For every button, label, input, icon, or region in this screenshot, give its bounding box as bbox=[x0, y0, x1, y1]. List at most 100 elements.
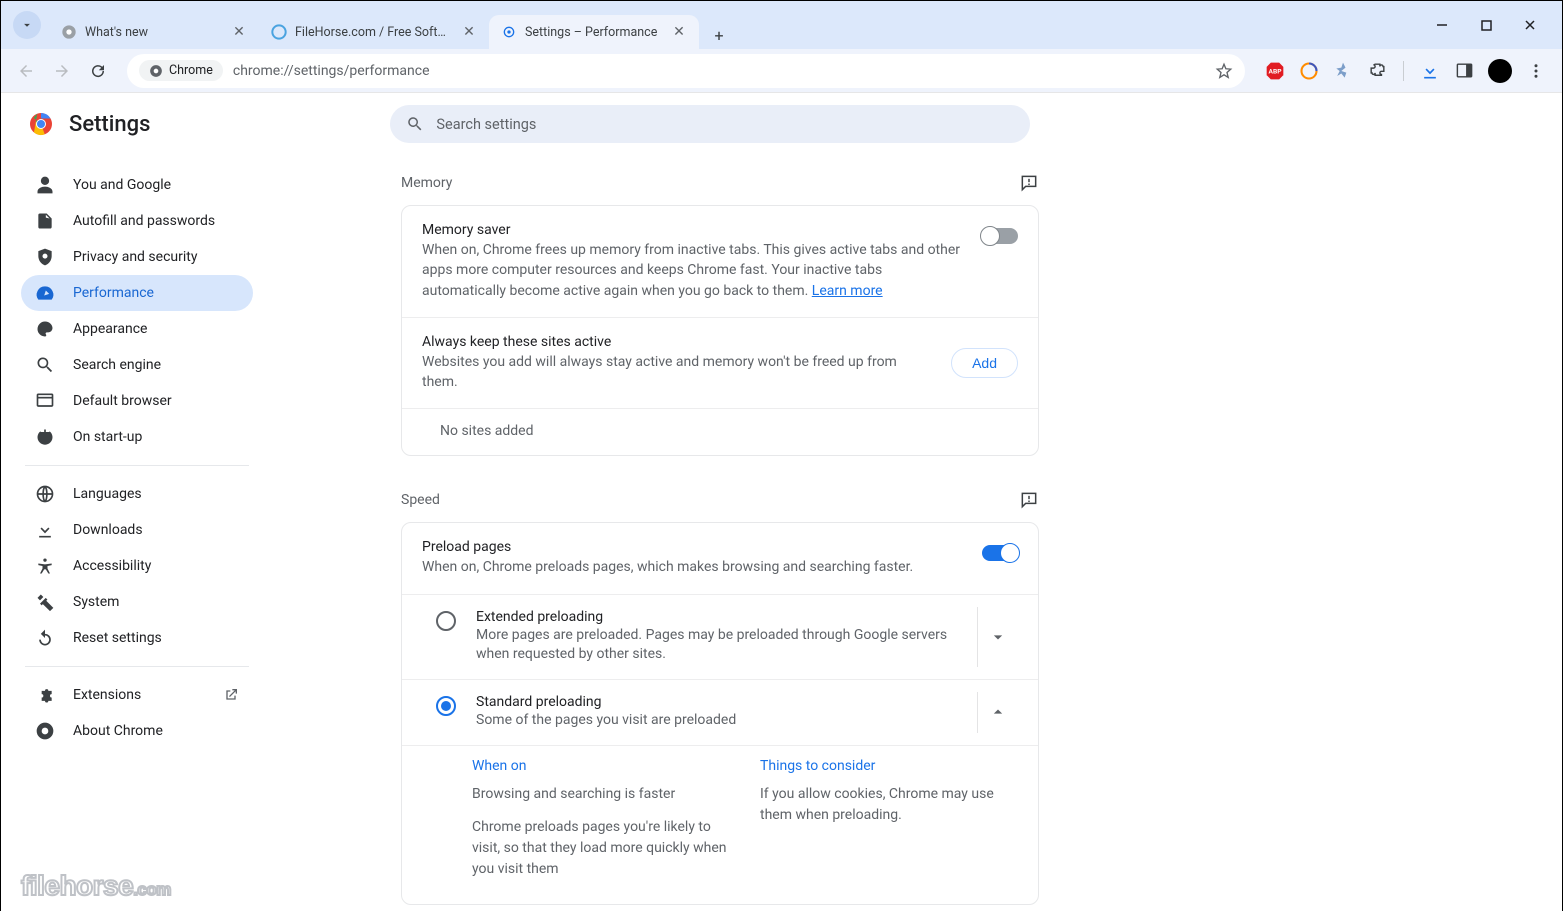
profile-avatar[interactable] bbox=[1488, 59, 1512, 83]
tab-title: Settings – Performance bbox=[525, 25, 665, 40]
nav-label: Autofill and passwords bbox=[73, 213, 215, 229]
sidebar-item-system[interactable]: System bbox=[21, 584, 253, 620]
sidebar-item-default-browser[interactable]: Default browser bbox=[21, 383, 253, 419]
collapse-button[interactable] bbox=[978, 702, 1018, 722]
preload-toggle[interactable] bbox=[982, 545, 1018, 561]
memory-saver-title: Memory saver bbox=[422, 222, 964, 238]
chrome-menu-icon[interactable] bbox=[1526, 61, 1546, 81]
feedback-icon[interactable] bbox=[1019, 490, 1039, 510]
sidebar-item-privacy-and-security[interactable]: Privacy and security bbox=[21, 239, 253, 275]
sidebar-item-downloads[interactable]: Downloads bbox=[21, 512, 253, 548]
close-icon[interactable]: ✕ bbox=[671, 24, 687, 40]
nav-icon bbox=[35, 685, 55, 705]
section-title: Memory bbox=[401, 175, 452, 191]
standard-preloading-radio[interactable] bbox=[436, 696, 456, 716]
add-site-button[interactable]: Add bbox=[951, 348, 1018, 378]
radio-desc: More pages are preloaded. Pages may be p… bbox=[476, 626, 977, 665]
extension-icons: ABP bbox=[1259, 59, 1552, 83]
nav-label: Default browser bbox=[73, 393, 172, 409]
no-sites-message: No sites added bbox=[402, 409, 1038, 455]
new-tab-button[interactable]: + bbox=[705, 21, 733, 49]
close-icon[interactable]: ✕ bbox=[461, 24, 477, 40]
nav-icon bbox=[35, 319, 55, 339]
section-title: Speed bbox=[401, 492, 440, 508]
sidebar-item-appearance[interactable]: Appearance bbox=[21, 311, 253, 347]
abp-extension-icon[interactable]: ABP bbox=[1265, 61, 1285, 81]
feedback-icon[interactable] bbox=[1019, 173, 1039, 193]
nav-divider bbox=[25, 666, 249, 667]
nav-label: Languages bbox=[73, 486, 142, 502]
detail-text: If you allow cookies, Chrome may use the… bbox=[760, 784, 1018, 826]
radio-desc: Some of the pages you visit are preloade… bbox=[476, 711, 977, 731]
memory-section: Memory Memory saver When on, Chrome free… bbox=[401, 173, 1039, 456]
back-button[interactable] bbox=[11, 56, 41, 86]
radio-title: Standard preloading bbox=[476, 694, 977, 710]
close-window-button[interactable] bbox=[1514, 11, 1546, 39]
nav-icon bbox=[35, 628, 55, 648]
search-settings-input[interactable]: Search settings bbox=[390, 105, 1030, 143]
chevron-up-icon bbox=[988, 702, 1008, 722]
extension-icon[interactable] bbox=[1299, 61, 1319, 81]
sidebar-item-autofill-and-passwords[interactable]: Autofill and passwords bbox=[21, 203, 253, 239]
radio-title: Extended preloading bbox=[476, 609, 977, 625]
site-chip[interactable]: Chrome bbox=[139, 60, 223, 81]
nav-label: Search engine bbox=[73, 357, 161, 373]
titlebar: What's new ✕ FileHorse.com / Free Softwa… bbox=[1, 1, 1562, 49]
preload-title: Preload pages bbox=[422, 539, 964, 555]
expand-button[interactable] bbox=[978, 627, 1018, 647]
nav-label: Accessibility bbox=[73, 558, 151, 574]
sidebar-item-extensions[interactable]: Extensions bbox=[21, 677, 253, 713]
sidebar-item-reset-settings[interactable]: Reset settings bbox=[21, 620, 253, 656]
maximize-button[interactable] bbox=[1470, 11, 1502, 39]
address-bar[interactable]: Chrome chrome://settings/performance bbox=[127, 54, 1245, 88]
learn-more-link[interactable]: Learn more bbox=[812, 283, 883, 299]
chevron-down-icon bbox=[20, 18, 34, 32]
keep-active-desc: Websites you add will always stay active… bbox=[422, 352, 935, 393]
bookmark-star-icon[interactable] bbox=[1215, 62, 1233, 80]
tab-settings[interactable]: Settings – Performance ✕ bbox=[489, 15, 699, 49]
tab-whats-new[interactable]: What's new ✕ bbox=[49, 15, 259, 49]
chrome-logo-icon bbox=[29, 112, 53, 136]
minimize-button[interactable] bbox=[1426, 11, 1458, 39]
sidebar-item-about-chrome[interactable]: About Chrome bbox=[21, 713, 253, 749]
nav-icon bbox=[35, 283, 55, 303]
detail-heading: Things to consider bbox=[760, 758, 1018, 774]
sidebar-item-performance[interactable]: Performance bbox=[21, 275, 253, 311]
settings-main: Memory Memory saver When on, Chrome free… bbox=[381, 155, 1061, 912]
downloads-icon[interactable] bbox=[1420, 61, 1440, 81]
extended-preloading-radio[interactable] bbox=[436, 611, 456, 631]
sidebar-item-accessibility[interactable]: Accessibility bbox=[21, 548, 253, 584]
sidebar-item-you-and-google[interactable]: You and Google bbox=[21, 167, 253, 203]
nav-icon bbox=[35, 247, 55, 267]
preload-details: When on Browsing and searching is faster… bbox=[402, 746, 1038, 904]
tab-title: FileHorse.com / Free Software bbox=[295, 25, 455, 40]
settings-page: Settings Search settings You and GoogleA… bbox=[1, 93, 1562, 912]
separator bbox=[1403, 61, 1404, 81]
sidebar-item-languages[interactable]: Languages bbox=[21, 476, 253, 512]
nav-label: Reset settings bbox=[73, 630, 162, 646]
nav-icon bbox=[35, 391, 55, 411]
forward-button[interactable] bbox=[47, 56, 77, 86]
reload-button[interactable] bbox=[83, 56, 113, 86]
nav-label: On start-up bbox=[73, 429, 142, 445]
gear-icon bbox=[501, 24, 517, 40]
url-text: chrome://settings/performance bbox=[233, 63, 1215, 79]
nav-icon bbox=[35, 175, 55, 195]
window-controls bbox=[1406, 11, 1554, 39]
memory-saver-toggle[interactable] bbox=[982, 228, 1018, 244]
extensions-puzzle-icon[interactable] bbox=[1367, 61, 1387, 81]
extension-icon[interactable] bbox=[1333, 61, 1353, 81]
side-panel-icon[interactable] bbox=[1454, 61, 1474, 81]
sidebar-item-search-engine[interactable]: Search engine bbox=[21, 347, 253, 383]
close-icon[interactable]: ✕ bbox=[231, 24, 247, 40]
search-placeholder: Search settings bbox=[436, 116, 536, 133]
nav-icon bbox=[35, 592, 55, 612]
browser-toolbar: Chrome chrome://settings/performance ABP bbox=[1, 49, 1562, 93]
tab-title: What's new bbox=[85, 25, 225, 40]
keep-active-title: Always keep these sites active bbox=[422, 334, 935, 350]
sidebar-item-on-start-up[interactable]: On start-up bbox=[21, 419, 253, 455]
watermark: filehorse.com bbox=[21, 870, 171, 902]
svg-text:ABP: ABP bbox=[1268, 67, 1282, 75]
tab-search-button[interactable] bbox=[13, 11, 41, 39]
tab-filehorse[interactable]: FileHorse.com / Free Software ✕ bbox=[259, 15, 489, 49]
